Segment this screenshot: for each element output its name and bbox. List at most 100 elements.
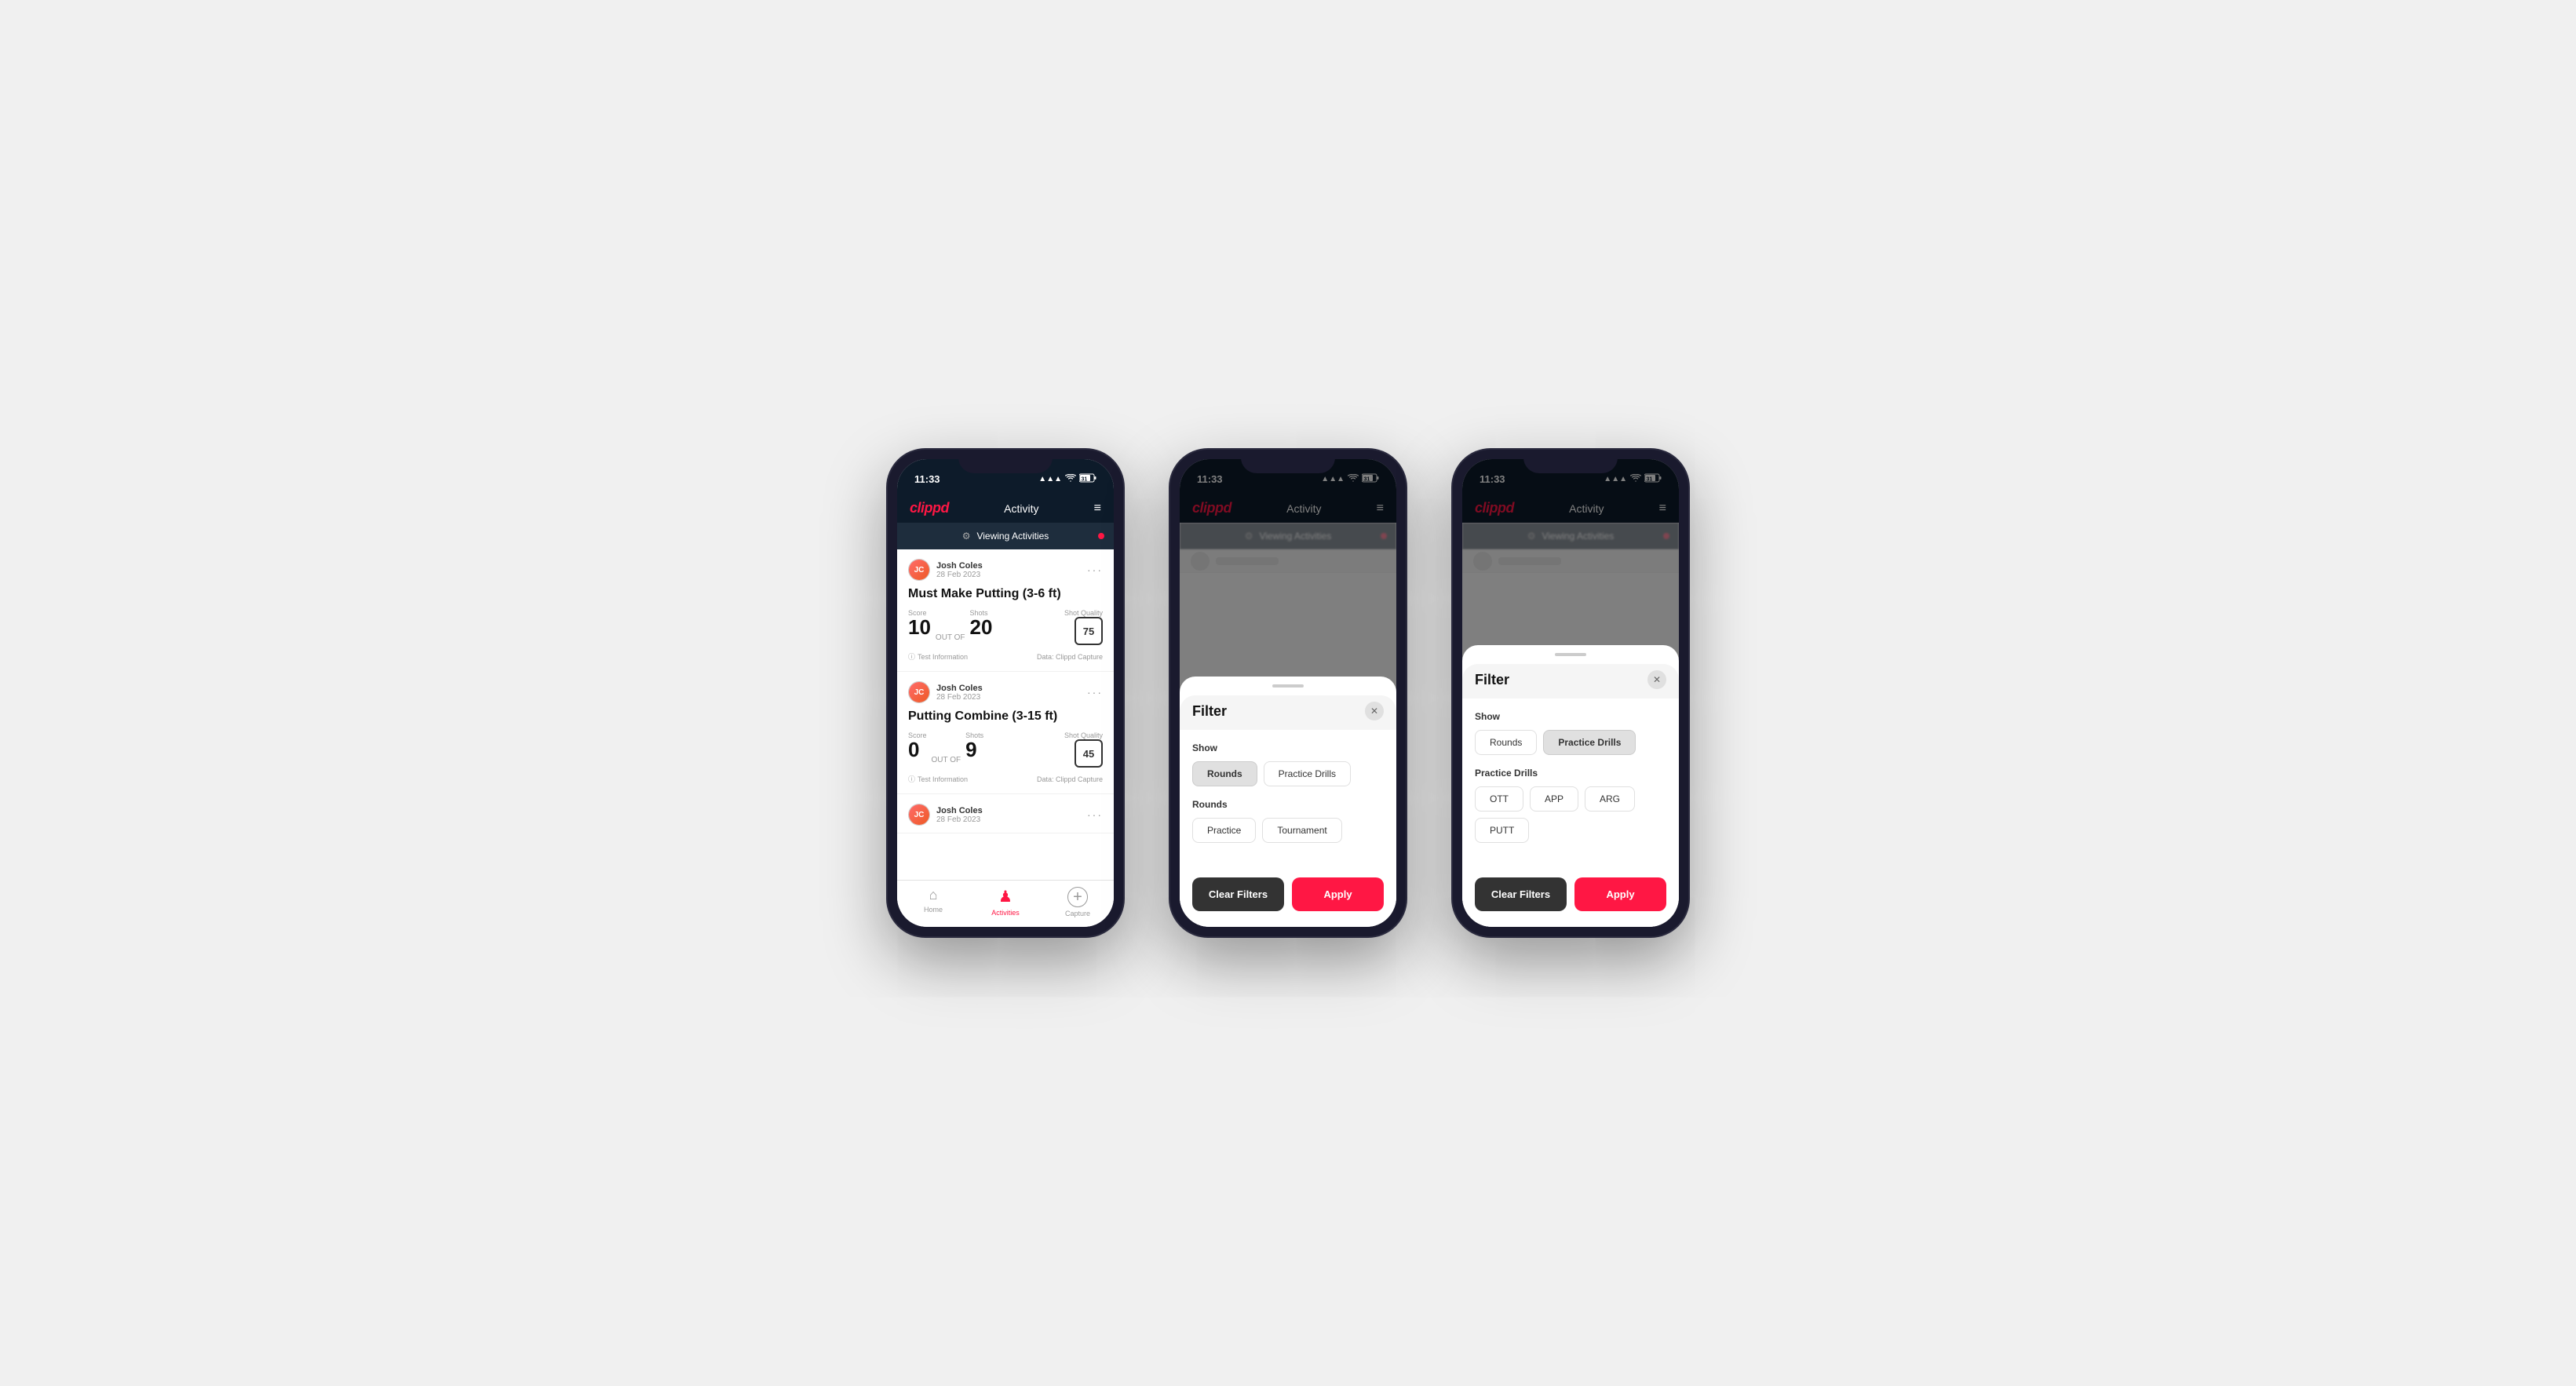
menu-icon-1[interactable]: ≡ xyxy=(1094,502,1101,516)
ott-btn-3[interactable]: OTT xyxy=(1475,786,1523,812)
app-btn-3[interactable]: APP xyxy=(1530,786,1578,812)
settings-icon-1: ⚙ xyxy=(962,531,971,542)
tab-capture-label-1: Capture xyxy=(1065,910,1090,917)
avatar-1: JC xyxy=(908,559,930,581)
user-name-1: Josh Coles xyxy=(936,561,983,571)
show-practice-btn-2[interactable]: Practice Drills xyxy=(1264,761,1351,786)
activity-title-2: Putting Combine (3-15 ft) xyxy=(908,709,1103,724)
banner-dot-1 xyxy=(1098,533,1104,539)
phone-2: 11:33 ▲▲▲ xyxy=(1170,450,1406,936)
filter-title-2: Filter xyxy=(1192,703,1227,720)
more-btn-2[interactable]: ··· xyxy=(1087,686,1103,698)
card-header-1: JC Josh Coles 28 Feb 2023 ··· xyxy=(908,559,1103,581)
tab-activities-1[interactable]: ♟ Activities xyxy=(969,887,1042,917)
show-practice-btn-3[interactable]: Practice Drills xyxy=(1543,730,1636,755)
putt-btn-3[interactable]: PUTT xyxy=(1475,818,1529,843)
tab-home-1[interactable]: ⌂ Home xyxy=(897,887,969,917)
activity-card-1: JC Josh Coles 28 Feb 2023 ··· Must Make … xyxy=(897,549,1114,672)
show-label-3: Show xyxy=(1475,711,1666,722)
tab-capture-1[interactable]: + Capture xyxy=(1042,887,1114,917)
tab-home-label-1: Home xyxy=(924,906,943,914)
clear-filters-btn-3[interactable]: Clear Filters xyxy=(1475,877,1567,911)
close-btn-3[interactable]: ✕ xyxy=(1647,670,1666,689)
phone-inner-2: 11:33 ▲▲▲ xyxy=(1180,459,1396,927)
stat-sq-1: Shot Quality 75 xyxy=(1064,609,1103,645)
sq-label-1: Shot Quality xyxy=(1064,609,1103,617)
activities-icon-1: ♟ xyxy=(998,887,1013,906)
user-date-2: 28 Feb 2023 xyxy=(936,693,983,702)
out-of-2: OUT OF xyxy=(932,756,961,764)
sq-badge-2: 45 xyxy=(1075,739,1103,768)
sq-label-2: Shot Quality xyxy=(1064,731,1103,739)
modal-handle-2 xyxy=(1272,684,1304,688)
out-of-1: OUT OF xyxy=(936,633,965,642)
signal-icon-1: ▲▲▲ xyxy=(1038,475,1062,483)
nav-title-1: Activity xyxy=(1004,502,1038,515)
stat-shots-1: Shots 20 xyxy=(970,609,993,637)
user-info-1: Josh Coles 28 Feb 2023 xyxy=(936,561,983,579)
user-info-3: Josh Coles 28 Feb 2023 xyxy=(936,806,983,824)
practice-round-btn-2[interactable]: Practice xyxy=(1192,818,1256,843)
drills-buttons-3: OTT APP ARG PUTT xyxy=(1475,786,1666,843)
footer-data-1: Data: Clippd Capture xyxy=(1037,653,1103,661)
show-buttons-2: Rounds Practice Drills xyxy=(1192,761,1384,786)
footer-info-2: ⓘ Test Information xyxy=(908,774,968,784)
more-btn-3[interactable]: ··· xyxy=(1087,808,1103,821)
card-footer-2: ⓘ Test Information Data: Clippd Capture xyxy=(908,774,1103,784)
stat-score-1: Score 10 xyxy=(908,609,931,637)
shots-value-1: 20 xyxy=(970,617,993,637)
banner-text-1: Viewing Activities xyxy=(976,531,1049,542)
activity-title-1: Must Make Putting (3-6 ft) xyxy=(908,587,1103,601)
modal-body-2: Show Rounds Practice Drills Rounds Pract… xyxy=(1180,730,1396,868)
show-rounds-btn-2[interactable]: Rounds xyxy=(1192,761,1257,786)
content-1: JC Josh Coles 28 Feb 2023 ··· Must Make … xyxy=(897,549,1114,880)
modal-body-3: Show Rounds Practice Drills Practice Dri… xyxy=(1462,698,1679,868)
modal-footer-2: Clear Filters Apply xyxy=(1180,868,1396,927)
notch xyxy=(958,450,1053,473)
status-icons-1: ▲▲▲ 31 xyxy=(1038,473,1096,485)
avatar-2: JC xyxy=(908,681,930,703)
footer-data-2: Data: Clippd Capture xyxy=(1037,775,1103,783)
activity-card-3: JC Josh Coles 28 Feb 2023 ··· xyxy=(897,794,1114,833)
user-info-2: Josh Coles 28 Feb 2023 xyxy=(936,684,983,702)
modal-header-3: Filter ✕ xyxy=(1462,664,1679,698)
card-footer-1: ⓘ Test Information Data: Clippd Capture xyxy=(908,651,1103,662)
phone-inner-3: 11:33 ▲▲▲ xyxy=(1462,459,1679,927)
home-icon-1: ⌂ xyxy=(929,887,938,903)
modal-sheet-3: Filter ✕ Show Rounds Practice Drills Pra… xyxy=(1462,645,1679,927)
close-btn-2[interactable]: ✕ xyxy=(1365,702,1384,720)
show-label-2: Show xyxy=(1192,742,1384,753)
stat-sq-2: Shot Quality 45 xyxy=(1064,731,1103,768)
score-value-1: 10 xyxy=(908,617,931,637)
clear-filters-btn-2[interactable]: Clear Filters xyxy=(1192,877,1284,911)
shots-value-2: 9 xyxy=(965,739,983,760)
stats-row-1: Score 10 OUT OF Shots 20 Shot Quality 75 xyxy=(908,609,1103,645)
phone-1: 11:33 ▲▲▲ xyxy=(888,450,1123,936)
more-btn-1[interactable]: ··· xyxy=(1087,564,1103,576)
sq-badge-1: 75 xyxy=(1075,617,1103,645)
apply-btn-2[interactable]: Apply xyxy=(1292,877,1384,911)
svg-text:31: 31 xyxy=(1082,476,1088,482)
stat-score-2: Score 0 xyxy=(908,731,927,760)
phone-inner-1: 11:33 ▲▲▲ xyxy=(897,459,1114,927)
show-buttons-3: Rounds Practice Drills xyxy=(1475,730,1666,755)
apply-btn-3[interactable]: Apply xyxy=(1574,877,1666,911)
show-rounds-btn-3[interactable]: Rounds xyxy=(1475,730,1537,755)
wifi-icon-1 xyxy=(1065,474,1076,484)
tournament-btn-2[interactable]: Tournament xyxy=(1262,818,1341,843)
capture-icon-1: + xyxy=(1067,887,1088,907)
info-icon-1: ⓘ xyxy=(908,651,915,662)
filter-modal-2: Filter ✕ Show Rounds Practice Drills Rou… xyxy=(1180,459,1396,927)
arg-btn-3[interactable]: ARG xyxy=(1585,786,1635,812)
status-time-1: 11:33 xyxy=(914,473,940,485)
viewing-banner-1[interactable]: ⚙ Viewing Activities xyxy=(897,523,1114,549)
tab-activities-label-1: Activities xyxy=(991,909,1020,917)
score-value-2: 0 xyxy=(908,739,927,760)
filter-modal-3: Filter ✕ Show Rounds Practice Drills Pra… xyxy=(1462,459,1679,927)
filter-title-3: Filter xyxy=(1475,672,1509,688)
card-user-3: JC Josh Coles 28 Feb 2023 xyxy=(908,804,983,826)
avatar-3: JC xyxy=(908,804,930,826)
notch-2 xyxy=(1241,450,1335,473)
drills-label-3: Practice Drills xyxy=(1475,768,1666,779)
info-icon-2: ⓘ xyxy=(908,774,915,784)
